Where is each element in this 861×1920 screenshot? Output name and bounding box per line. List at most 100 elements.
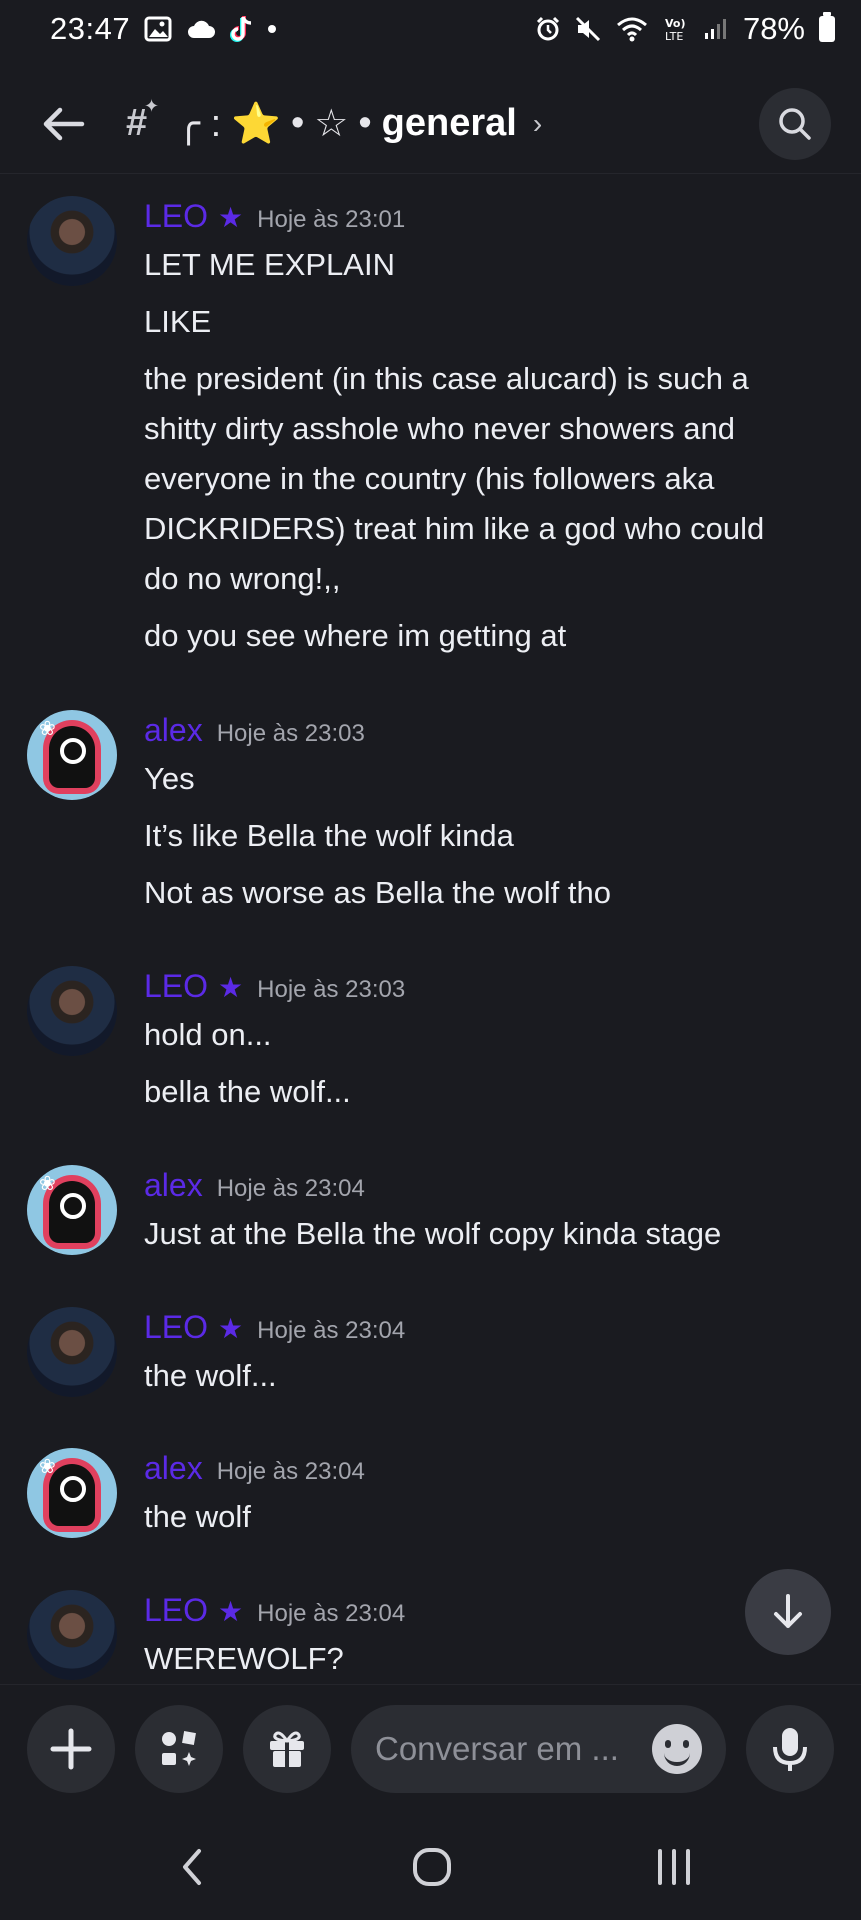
- message-group[interactable]: LEO ★ Hoje às 23:01 LET ME EXPLAIN LIKE …: [0, 184, 861, 684]
- message-text[interactable]: It’s like Bella the wolf kinda: [144, 811, 834, 861]
- apps-button[interactable]: [135, 1705, 223, 1793]
- message-text[interactable]: the president (in this case alucard) is …: [144, 354, 834, 404]
- dot-icon: [268, 25, 277, 33]
- author-name[interactable]: LEO: [144, 198, 208, 235]
- nav-recents-icon: [658, 1849, 690, 1885]
- nav-back-button[interactable]: [152, 1832, 232, 1902]
- message-text[interactable]: Just at the Bella the wolf copy kinda st…: [144, 1209, 834, 1259]
- author-name[interactable]: LEO: [144, 1309, 208, 1346]
- volte-icon: Vo)LTE: [665, 17, 686, 43]
- role-star-icon: ★: [218, 1313, 244, 1344]
- message-text[interactable]: bella the wolf...: [144, 1067, 834, 1117]
- back-button[interactable]: [40, 100, 88, 148]
- avatar[interactable]: [27, 1307, 117, 1397]
- message-input[interactable]: Conversar em ...: [351, 1705, 726, 1793]
- microphone-icon: [773, 1728, 807, 1771]
- jump-to-latest-button[interactable]: [745, 1569, 831, 1655]
- tiktok-icon: [230, 16, 252, 42]
- message-text[interactable]: WEREWOLF?: [144, 1634, 834, 1684]
- arrow-down-icon: [774, 1594, 802, 1628]
- composer-bar: Conversar em ...: [0, 1684, 861, 1813]
- author-name[interactable]: alex: [144, 1167, 203, 1204]
- apps-icon: [162, 1731, 196, 1766]
- avatar[interactable]: [27, 1590, 117, 1680]
- message-text[interactable]: everyone in the country (his followers a…: [144, 454, 834, 504]
- svg-text:Vo): Vo): [665, 17, 686, 30]
- status-bar: 23:47 Vo) LTE 78%: [0, 0, 861, 58]
- alarm-icon: [536, 16, 560, 41]
- timestamp: Hoje às 23:04: [216, 1458, 365, 1485]
- message-text[interactable]: LET ME EXPLAIN: [144, 240, 834, 290]
- battery-icon: [819, 12, 835, 42]
- search-icon: [779, 107, 811, 140]
- cloud-icon: [188, 20, 216, 38]
- author-name[interactable]: alex: [144, 712, 203, 749]
- message-input-placeholder: Conversar em ...: [375, 1730, 619, 1767]
- channel-separator: •: [358, 102, 372, 144]
- message-group[interactable]: LEO ★ Hoje às 23:04 WEREWOLF?: [0, 1578, 861, 1684]
- message-group[interactable]: ❀ alex Hoje às 23:04 the wolf: [0, 1436, 861, 1546]
- message-list[interactable]: LEO ★ Hoje às 23:01 LET ME EXPLAIN LIKE …: [0, 176, 861, 1684]
- plus-icon: [50, 1728, 92, 1770]
- gift-icon: [270, 1731, 304, 1767]
- author-name[interactable]: LEO: [144, 1592, 208, 1629]
- signal-icon: [704, 19, 726, 39]
- search-button[interactable]: [759, 87, 831, 160]
- message-text[interactable]: the wolf: [144, 1492, 834, 1542]
- timestamp: Hoje às 23:04: [216, 1175, 365, 1202]
- wifi-icon: [616, 17, 647, 42]
- message-text[interactable]: do no wrong!,,: [144, 554, 834, 604]
- voice-message-button[interactable]: [746, 1705, 834, 1793]
- svg-text:LTE: LTE: [665, 30, 683, 43]
- status-time: 23:47: [50, 11, 131, 46]
- message-text[interactable]: shitty dirty asshole who never showers a…: [144, 404, 834, 454]
- back-arrow-icon: [43, 107, 85, 140]
- timestamp: Hoje às 23:04: [257, 1317, 406, 1344]
- timestamp: Hoje às 23:01: [257, 206, 406, 233]
- battery-level: 78%: [742, 11, 805, 46]
- author-name[interactable]: LEO: [144, 968, 208, 1005]
- timestamp: Hoje às 23:03: [257, 976, 406, 1003]
- message-group[interactable]: LEO ★ Hoje às 23:03 hold on... bella the…: [0, 954, 861, 1114]
- image-icon: [144, 16, 172, 42]
- timestamp: Hoje às 23:03: [216, 720, 365, 747]
- add-attachment-button[interactable]: [27, 1705, 115, 1793]
- message-text[interactable]: DICKRIDERS) treat him like a god who cou…: [144, 504, 834, 554]
- mute-icon: [575, 16, 601, 42]
- avatar[interactable]: ❀: [27, 710, 117, 800]
- message-text[interactable]: hold on...: [144, 1010, 834, 1060]
- message-group[interactable]: ❀ alex Hoje às 23:03 Yes It’s like Bella…: [0, 698, 861, 910]
- timestamp: Hoje às 23:04: [257, 1600, 406, 1627]
- outline-star-icon: ☆: [314, 103, 349, 145]
- message-group[interactable]: ❀ alex Hoje às 23:04 Just at the Bella t…: [0, 1153, 861, 1263]
- message-text[interactable]: Yes: [144, 754, 834, 804]
- message-text[interactable]: LIKE: [144, 297, 834, 347]
- nav-home-button[interactable]: [392, 1832, 472, 1902]
- gift-button[interactable]: [243, 1705, 331, 1793]
- message-group[interactable]: LEO ★ Hoje às 23:04 the wolf...: [0, 1295, 861, 1405]
- author-name[interactable]: alex: [144, 1450, 203, 1487]
- avatar[interactable]: [27, 966, 117, 1056]
- nav-back-icon: [183, 1849, 201, 1885]
- message-text[interactable]: Not as worse as Bella the wolf tho: [144, 868, 834, 918]
- channel-separator: •: [290, 102, 305, 144]
- chevron-right-icon: ›: [532, 107, 543, 139]
- avatar[interactable]: ❀: [27, 1165, 117, 1255]
- message-text[interactable]: the wolf...: [144, 1351, 834, 1401]
- channel-header: # ✦ ╭ : ⭐ • ☆ • general ›: [0, 74, 861, 174]
- channel-name: general: [381, 102, 517, 144]
- nav-recents-button[interactable]: [634, 1832, 714, 1902]
- emoji-picker-icon[interactable]: [652, 1724, 702, 1774]
- avatar[interactable]: ❀: [27, 1448, 117, 1538]
- system-navigation-bar: [0, 1812, 861, 1920]
- hash-sparkle: ✦: [144, 96, 160, 116]
- message-text[interactable]: do you see where im getting at: [144, 611, 834, 661]
- avatar[interactable]: [27, 196, 117, 286]
- channel-prefix: ╭ :: [177, 103, 222, 145]
- role-star-icon: ★: [218, 1596, 244, 1627]
- channel-hash-icon: # ✦: [126, 96, 159, 145]
- role-star-icon: ★: [218, 202, 244, 233]
- channel-title[interactable]: ╭ : ⭐ • ☆ • general ›: [177, 100, 542, 147]
- role-star-icon: ★: [218, 972, 244, 1003]
- nav-home-icon: [413, 1848, 451, 1886]
